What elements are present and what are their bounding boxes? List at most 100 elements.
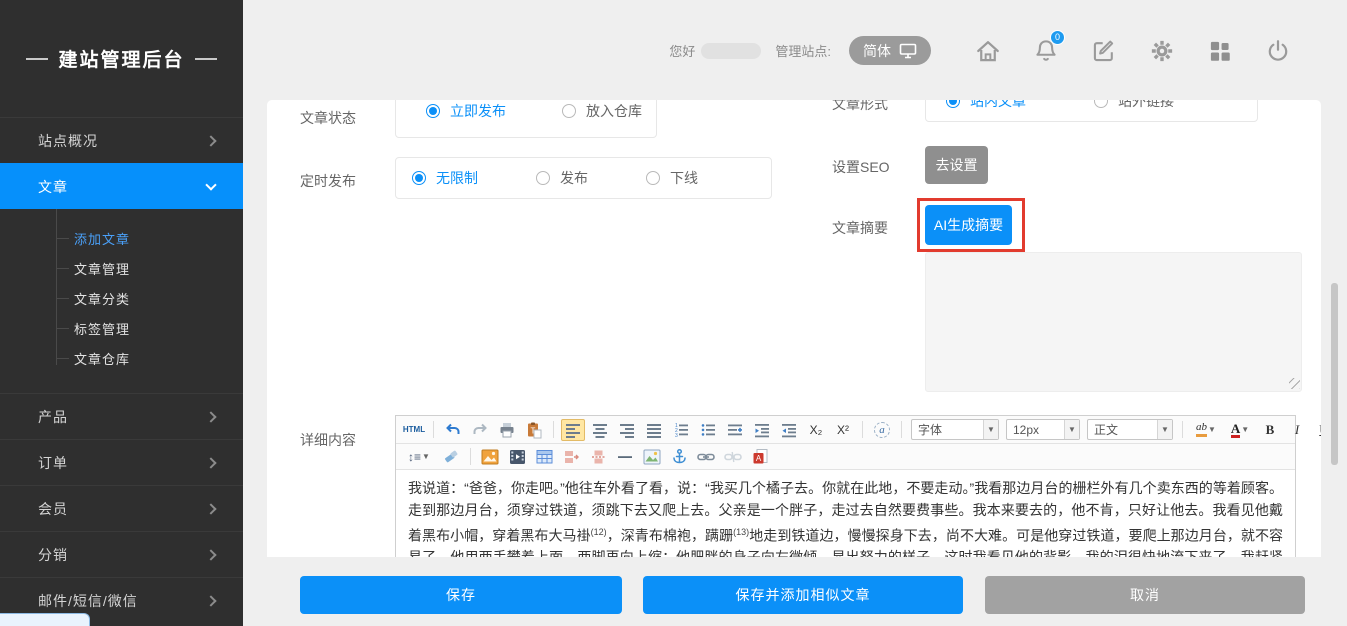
underline-icon[interactable]: U bbox=[1312, 419, 1321, 441]
submenu-item-add-article[interactable]: 添加文章 bbox=[0, 223, 243, 253]
notifications-button[interactable]: 0 bbox=[1017, 38, 1075, 64]
paste-text-icon[interactable]: T bbox=[522, 419, 546, 441]
sidebar-item-members[interactable]: 会员 bbox=[0, 485, 243, 531]
save-and-add-similar-button[interactable]: 保存并添加相似文章 bbox=[643, 576, 963, 614]
summary-textarea[interactable] bbox=[925, 252, 1302, 392]
sidebar-item-articles[interactable]: 文章 bbox=[0, 163, 243, 209]
align-center-icon[interactable] bbox=[588, 419, 612, 441]
dropdown-arrow-icon: ▼ bbox=[1241, 425, 1249, 434]
indent-icon[interactable] bbox=[750, 419, 774, 441]
submenu-label: 文章分类 bbox=[74, 289, 130, 308]
page-break-alt-icon[interactable] bbox=[586, 446, 610, 468]
radio-no-limit[interactable]: 无限制 bbox=[412, 168, 478, 188]
compose-button[interactable] bbox=[1075, 38, 1133, 64]
vertical-scrollbar-thumb[interactable] bbox=[1331, 283, 1338, 465]
sidebar-item-label: 会员 bbox=[38, 499, 68, 519]
chevron-down-icon bbox=[205, 179, 216, 190]
svg-text:3: 3 bbox=[675, 433, 678, 438]
app-logo: 建站管理后台 bbox=[0, 0, 243, 117]
subscript-icon[interactable]: X₂ bbox=[804, 419, 828, 441]
submenu-item-article-manage[interactable]: 文章管理 bbox=[0, 253, 243, 283]
paragraph-format-select[interactable]: 正文▼ bbox=[1087, 419, 1173, 440]
submenu-item-tag-manage[interactable]: 标签管理 bbox=[0, 313, 243, 343]
select-arrow-icon: ▼ bbox=[983, 420, 998, 439]
radio-label: 下线 bbox=[670, 168, 698, 188]
radio-put-warehouse[interactable]: 放入仓库 bbox=[562, 101, 642, 121]
unordered-list-icon[interactable] bbox=[696, 419, 720, 441]
video-icon[interactable] bbox=[505, 446, 529, 468]
undo-icon[interactable] bbox=[441, 419, 465, 441]
toolbar-separator bbox=[470, 448, 471, 465]
radio-unselected-icon bbox=[646, 171, 660, 185]
font-size-select[interactable]: 12px▼ bbox=[1006, 419, 1080, 440]
sidebar-item-orders[interactable]: 订单 bbox=[0, 439, 243, 485]
gear-icon bbox=[1149, 38, 1175, 64]
cancel-button[interactable]: 取消 bbox=[985, 576, 1305, 614]
settings-button[interactable] bbox=[1133, 38, 1191, 64]
radio-label: 站外链接 bbox=[1118, 100, 1174, 111]
ordered-list-icon[interactable]: 123 bbox=[669, 419, 693, 441]
horizontal-rule-icon[interactable] bbox=[613, 446, 637, 468]
toolbar-separator bbox=[901, 421, 902, 438]
radio-unselected-icon bbox=[1094, 100, 1108, 108]
paragraph-format-value: 正文 bbox=[1094, 421, 1118, 438]
radio-internal-article[interactable]: 站内文章 bbox=[946, 100, 1026, 111]
toolbar-separator bbox=[553, 421, 554, 438]
radio-label: 放入仓库 bbox=[586, 101, 642, 121]
logo-title: 建站管理后台 bbox=[58, 45, 184, 72]
line-height-icon[interactable]: ↕≡▼ bbox=[402, 446, 436, 468]
font-color-icon[interactable]: A▼ bbox=[1225, 419, 1255, 441]
radio-publish-now[interactable]: 立即发布 bbox=[426, 101, 506, 121]
editor-content-area[interactable]: 我说道：“爸爸，你走吧。”他往车外看了看，说：“我买几个橘子去。你就在此地，不要… bbox=[396, 470, 1295, 557]
line-height-glyph: ↕≡ bbox=[408, 450, 421, 464]
submenu-item-article-category[interactable]: 文章分类 bbox=[0, 283, 243, 313]
bold-icon[interactable]: B bbox=[1258, 419, 1282, 441]
radio-publish[interactable]: 发布 bbox=[536, 168, 588, 188]
home-button[interactable] bbox=[959, 38, 1017, 64]
radio-external-link[interactable]: 站外链接 bbox=[1094, 100, 1174, 111]
format-clear-icon[interactable] bbox=[439, 446, 463, 468]
redo-icon[interactable] bbox=[468, 419, 492, 441]
insert-list-icon[interactable] bbox=[723, 419, 747, 441]
radio-label: 立即发布 bbox=[450, 101, 506, 121]
dropdown-arrow-icon: ▼ bbox=[422, 452, 430, 461]
italic-icon[interactable]: I bbox=[1285, 419, 1309, 441]
svg-text:A: A bbox=[755, 454, 761, 463]
language-toggle-button[interactable]: 简体 bbox=[849, 36, 931, 65]
superscript-icon[interactable]: X² bbox=[831, 419, 855, 441]
submenu-item-article-warehouse[interactable]: 文章仓库 bbox=[0, 343, 243, 373]
italic-glyph: I bbox=[1295, 422, 1299, 438]
monitor-icon bbox=[899, 43, 917, 59]
link-icon[interactable] bbox=[694, 446, 718, 468]
radio-label: 站内文章 bbox=[970, 100, 1026, 111]
char-border-icon[interactable]: a bbox=[870, 419, 894, 441]
sidebar-item-distribution[interactable]: 分销 bbox=[0, 531, 243, 577]
logout-button[interactable] bbox=[1249, 38, 1307, 64]
table-icon[interactable] bbox=[532, 446, 556, 468]
page-break-icon[interactable] bbox=[559, 446, 583, 468]
html-source-icon[interactable]: HTML bbox=[402, 419, 426, 441]
sidebar-item-site-overview[interactable]: 站点概况 bbox=[0, 117, 243, 163]
edit-icon bbox=[1091, 38, 1117, 64]
radio-offline[interactable]: 下线 bbox=[646, 168, 698, 188]
outdent-icon[interactable] bbox=[777, 419, 801, 441]
ai-generate-summary-button[interactable]: AI生成摘要 bbox=[925, 205, 1012, 245]
power-icon bbox=[1265, 38, 1291, 64]
image-map-icon[interactable] bbox=[640, 446, 664, 468]
article-status-group: 立即发布 放入仓库 bbox=[395, 100, 657, 138]
chevron-right-icon bbox=[205, 457, 216, 468]
align-left-icon[interactable] bbox=[561, 419, 585, 441]
highlight-color-icon[interactable]: ab▼ bbox=[1190, 419, 1222, 441]
sidebar-item-products[interactable]: 产品 bbox=[0, 393, 243, 439]
anchor-icon[interactable] bbox=[667, 446, 691, 468]
align-right-icon[interactable] bbox=[615, 419, 639, 441]
word-import-icon[interactable]: A bbox=[748, 446, 772, 468]
apps-button[interactable] bbox=[1191, 38, 1249, 64]
font-family-select[interactable]: 字体▼ bbox=[911, 419, 999, 440]
print-icon[interactable] bbox=[495, 419, 519, 441]
save-button[interactable]: 保存 bbox=[300, 576, 622, 614]
unlink-icon[interactable] bbox=[721, 446, 745, 468]
seo-setup-button[interactable]: 去设置 bbox=[925, 146, 988, 184]
justify-icon[interactable] bbox=[642, 419, 666, 441]
image-icon[interactable] bbox=[478, 446, 502, 468]
